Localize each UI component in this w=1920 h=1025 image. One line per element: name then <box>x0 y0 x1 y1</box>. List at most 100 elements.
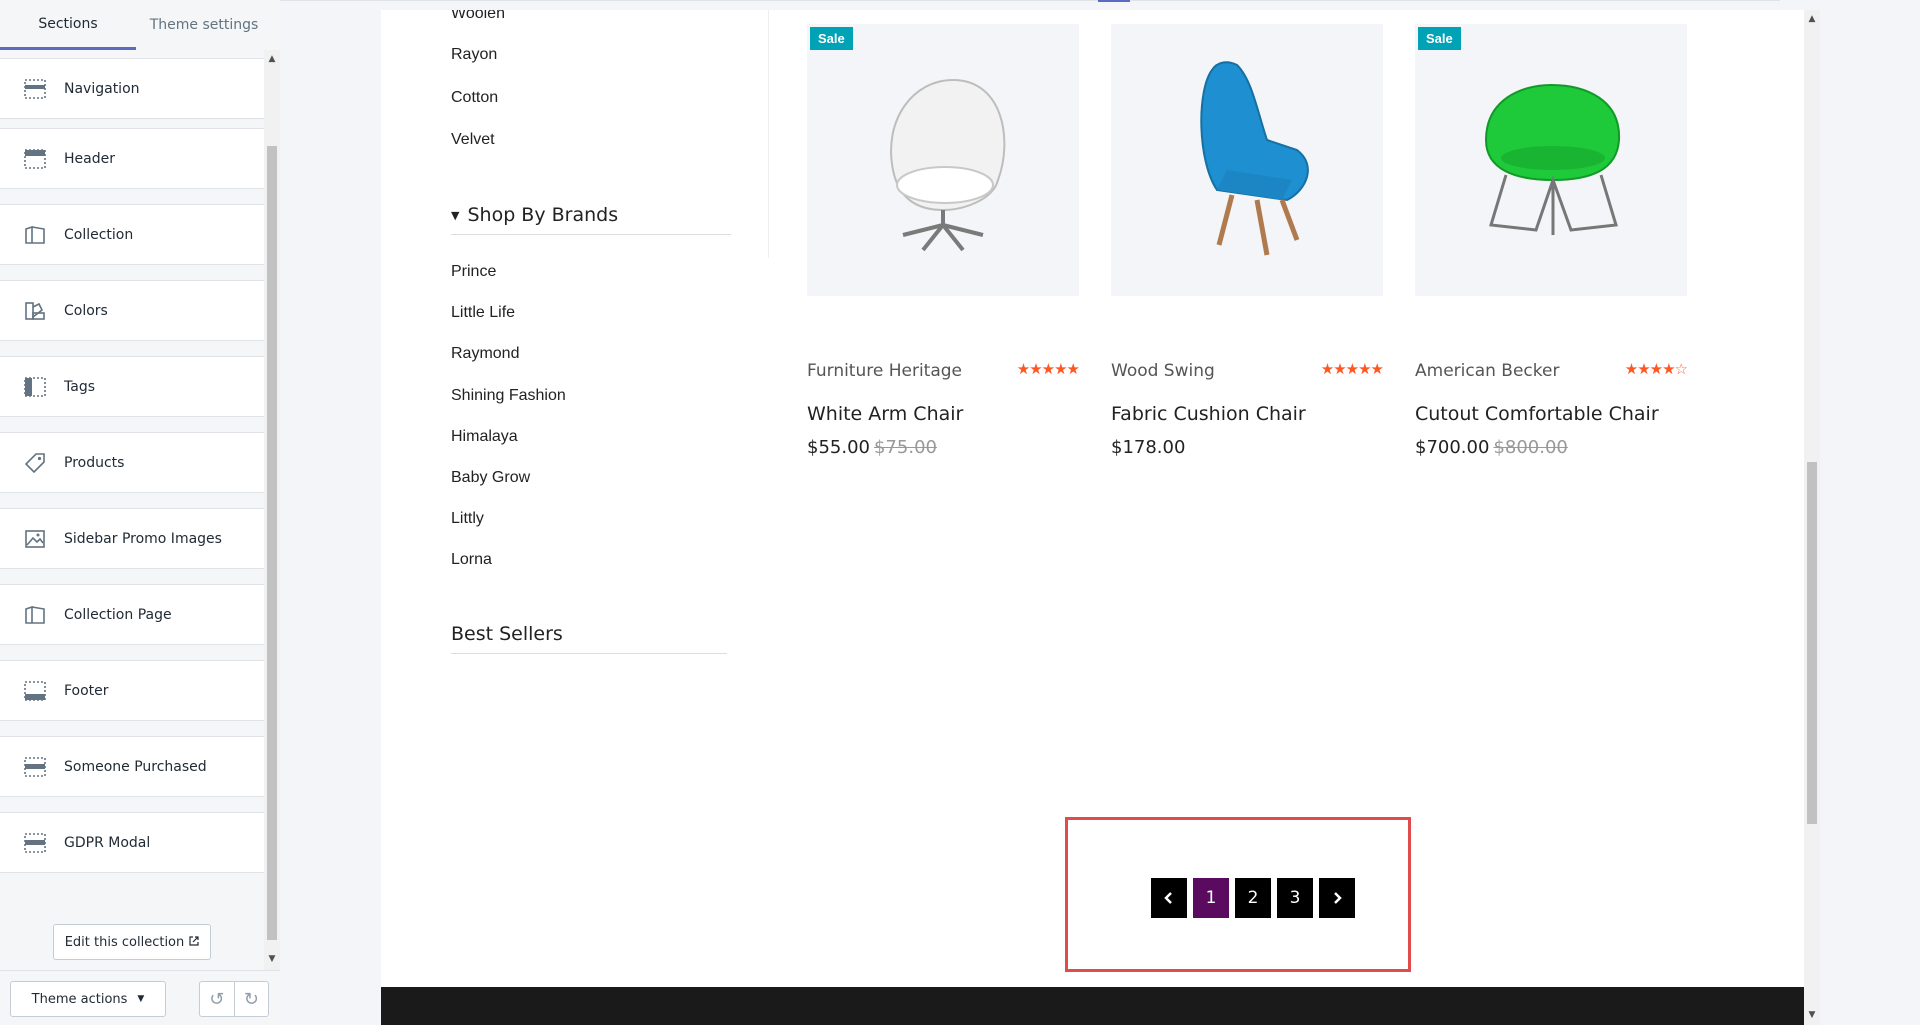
product-title[interactable]: White Arm Chair <box>807 403 963 425</box>
undo-redo-group: ↺ ↻ <box>199 981 269 1017</box>
section-item-header[interactable]: Header <box>0 128 264 189</box>
section-item-footer[interactable]: Footer <box>0 660 264 721</box>
brand-item[interactable]: Baby Grow <box>451 469 530 487</box>
shop-by-brands-heading[interactable]: ▼ Shop By Brands <box>451 204 731 235</box>
product-price-block: $178.00 <box>1111 437 1185 458</box>
section-item-tags[interactable]: Tags <box>0 356 264 417</box>
external-link-icon <box>189 935 199 950</box>
product-price-block: $55.00 $75.00 <box>807 437 937 458</box>
top-divider <box>280 0 1780 1</box>
theme-actions-button[interactable]: Theme actions ▼ <box>10 981 166 1017</box>
product-compare-price: $800.00 <box>1493 437 1568 458</box>
product-image[interactable]: Sale <box>807 24 1079 296</box>
tab-theme-settings[interactable]: Theme settings <box>136 0 272 50</box>
theme-actions-label: Theme actions <box>31 991 128 1007</box>
storefront-footer <box>381 987 1804 1025</box>
section-label: Navigation <box>64 80 140 97</box>
rating-stars: ★★★★★ <box>1016 360 1080 378</box>
product-image[interactable]: Sale <box>1415 24 1687 296</box>
brand-item[interactable]: Himalaya <box>451 428 518 446</box>
preview-scrollbar[interactable]: ▲ ▼ <box>1804 10 1820 1025</box>
scroll-up-arrow-icon[interactable]: ▲ <box>264 52 280 66</box>
pagination: 1 2 3 <box>1151 878 1355 918</box>
products-tag-icon <box>23 451 47 475</box>
filter-material-velvet[interactable]: Velvet <box>451 131 495 149</box>
filter-material-cotton[interactable]: Cotton <box>451 89 498 107</box>
section-item-navigation[interactable]: Navigation <box>0 58 264 119</box>
green-chair-image <box>1484 83 1621 235</box>
theme-editor-sidebar: Sections Theme settings Navigation Heade… <box>0 0 280 1025</box>
brand-item[interactable]: Lorna <box>451 551 492 569</box>
section-label: Collection Page <box>64 606 172 623</box>
chevron-left-icon <box>1164 892 1172 904</box>
blue-chair-image <box>1200 61 1309 256</box>
filter-material-rayon[interactable]: Rayon <box>451 46 497 64</box>
product-title[interactable]: Cutout Comfortable Chair <box>1415 403 1659 425</box>
footer-section-icon <box>23 679 47 703</box>
product-card[interactable]: Sale Furniture Heritage ★★★★★ White Arm … <box>807 24 1080 458</box>
sidebar-scrollbar[interactable]: ▲ ▼ <box>264 50 280 970</box>
rating-stars: ★★★★☆ <box>1624 360 1688 378</box>
scroll-down-arrow-icon[interactable]: ▼ <box>1804 1008 1820 1022</box>
product-card[interactable]: Sale American Becker ★★★★☆ Cutout Comfor… <box>1415 24 1688 458</box>
section-item-sidebar-promo-images[interactable]: Sidebar Promo Images <box>0 508 264 569</box>
product-vendor: Furniture Heritage <box>807 361 963 381</box>
collection-section-icon <box>23 223 47 247</box>
chevron-right-icon <box>1334 892 1342 904</box>
rating-stars: ★★★★★ <box>1320 360 1384 378</box>
section-item-collection[interactable]: Collection <box>0 204 264 265</box>
navigation-section-icon <box>23 77 47 101</box>
brand-item[interactable]: Little Life <box>451 304 515 322</box>
sale-badge: Sale <box>810 27 853 50</box>
tab-sections[interactable]: Sections <box>0 0 136 50</box>
caret-down-icon: ▼ <box>137 994 145 1004</box>
product-card[interactable]: Wood Swing ★★★★★ Fabric Cushion Chair $1… <box>1111 24 1384 458</box>
section-item-products[interactable]: Products <box>0 432 264 493</box>
brand-item[interactable]: Prince <box>451 263 496 281</box>
scroll-down-arrow-icon[interactable]: ▼ <box>264 952 280 966</box>
section-label: Someone Purchased <box>64 758 207 775</box>
product-price: $55.00 <box>807 437 870 458</box>
product-image[interactable] <box>1111 24 1383 296</box>
product-meta: Wood Swing ★★★★★ <box>1111 360 1384 381</box>
product-vendor: American Becker <box>1415 361 1560 381</box>
tags-section-icon <box>23 375 47 399</box>
page-button[interactable]: 1 <box>1193 878 1229 918</box>
section-item-gdpr-modal[interactable]: GDPR Modal <box>0 812 264 873</box>
product-price-block: $700.00 $800.00 <box>1415 437 1568 458</box>
section-item-colors[interactable]: Colors <box>0 280 264 341</box>
scrollbar-thumb[interactable] <box>1807 462 1817 824</box>
best-sellers-heading: Best Sellers <box>451 623 727 654</box>
top-indicator <box>1098 0 1130 2</box>
brand-item[interactable]: Raymond <box>451 345 519 363</box>
scroll-up-arrow-icon[interactable]: ▲ <box>1804 12 1820 26</box>
section-label: Colors <box>64 302 108 319</box>
colors-section-icon <box>23 299 47 323</box>
preview-top-border <box>280 0 1920 3</box>
brands-heading-label: Shop By Brands <box>467 204 619 226</box>
sale-badge: Sale <box>1418 27 1461 50</box>
section-label: Header <box>64 150 115 167</box>
section-label: Footer <box>64 682 109 699</box>
white-chair-image <box>890 78 1006 252</box>
product-meta: Furniture Heritage ★★★★★ <box>807 360 1080 381</box>
page-button[interactable]: 2 <box>1235 878 1271 918</box>
brand-item[interactable]: Littly <box>451 510 484 528</box>
product-compare-price: $75.00 <box>873 437 937 458</box>
filter-material-woolen[interactable]: Woolen <box>451 10 505 23</box>
product-title[interactable]: Fabric Cushion Chair <box>1111 403 1306 425</box>
edit-collection-label: Edit this collection <box>64 934 185 950</box>
brand-item[interactable]: Shining Fashion <box>451 387 566 405</box>
next-page-button[interactable] <box>1319 878 1355 918</box>
product-price: $700.00 <box>1415 437 1490 458</box>
redo-icon[interactable]: ↻ <box>233 982 269 1016</box>
scrollbar-thumb[interactable] <box>267 146 277 940</box>
product-price: $178.00 <box>1111 437 1186 458</box>
section-item-collection-page[interactable]: Collection Page <box>0 584 264 645</box>
page-button[interactable]: 3 <box>1277 878 1313 918</box>
previous-page-button[interactable] <box>1151 878 1187 918</box>
undo-icon[interactable]: ↺ <box>200 982 234 1016</box>
section-item-someone-purchased[interactable]: Someone Purchased <box>0 736 264 797</box>
filter-divider <box>768 10 769 258</box>
edit-collection-button[interactable]: Edit this collection <box>53 924 211 960</box>
